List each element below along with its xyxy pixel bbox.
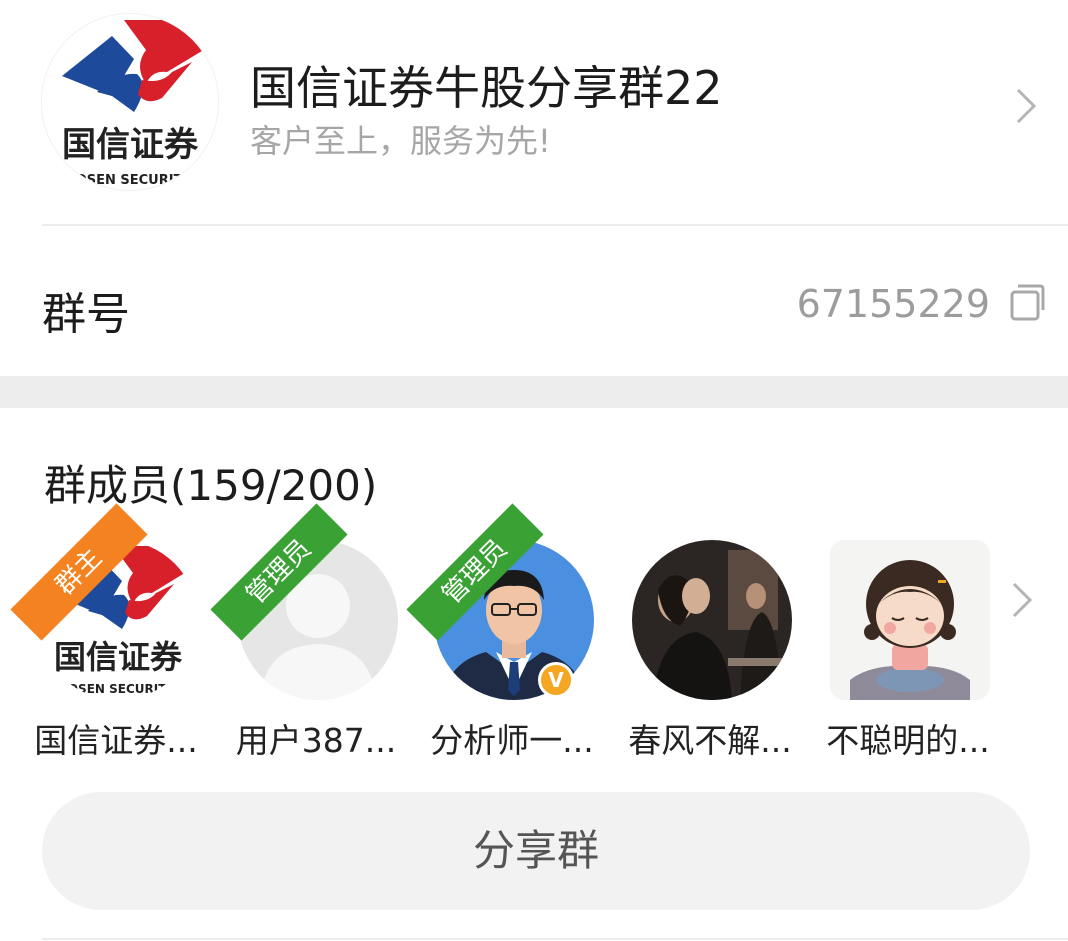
member-item[interactable]: V 管理员 分析师一... [406,503,614,762]
divider [42,938,1068,940]
group-id-value: 67155229 [796,282,990,326]
group-logo-subtext: GUOSEN SECURITIES [54,173,205,188]
member-name: 用户387... [235,721,397,760]
members-title[interactable]: 群成员(159/200) [44,452,377,513]
member-name: 国信证券... [34,721,198,760]
member-item[interactable]: 管理员 用户387... [210,503,418,762]
member-name: 春风不解... [628,721,792,760]
chevron-right-icon[interactable] [1006,578,1036,622]
share-group-button[interactable]: 分享群 [42,792,1030,910]
svg-text:GUOSEN SECURITIES: GUOSEN SECURITIES [48,682,187,696]
member-name: 分析师一... [430,721,594,760]
copy-icon[interactable] [1008,282,1046,322]
group-name: 国信证券牛股分享群22 [250,61,723,115]
svg-text:国信证券: 国信证券 [54,638,183,676]
group-avatar: 国信证券 GUOSEN SECURITIES [42,14,218,190]
avatar [830,540,990,700]
group-logo-text: 国信证券 [62,125,199,165]
group-header[interactable]: 国信证券 GUOSEN SECURITIES 国信证券牛股分享群22 客户至上，… [0,0,1068,225]
member-item[interactable]: 春风不解... [616,532,812,762]
group-slogan: 客户至上，服务为先! [250,122,551,160]
member-item[interactable]: 国信证券 GUOSEN SECURITIES 群主 国信证券... [10,503,218,762]
group-id-row: 群号 67155229 [0,226,1068,376]
member-name: 不聪明的... [826,721,990,760]
member-item[interactable]: 不聪明的... [814,532,1010,762]
avatar [632,540,792,700]
group-id-label: 群号 [42,289,130,340]
section-separator [0,376,1068,408]
verified-badge: V [538,662,574,698]
chevron-right-icon[interactable] [1010,84,1040,128]
